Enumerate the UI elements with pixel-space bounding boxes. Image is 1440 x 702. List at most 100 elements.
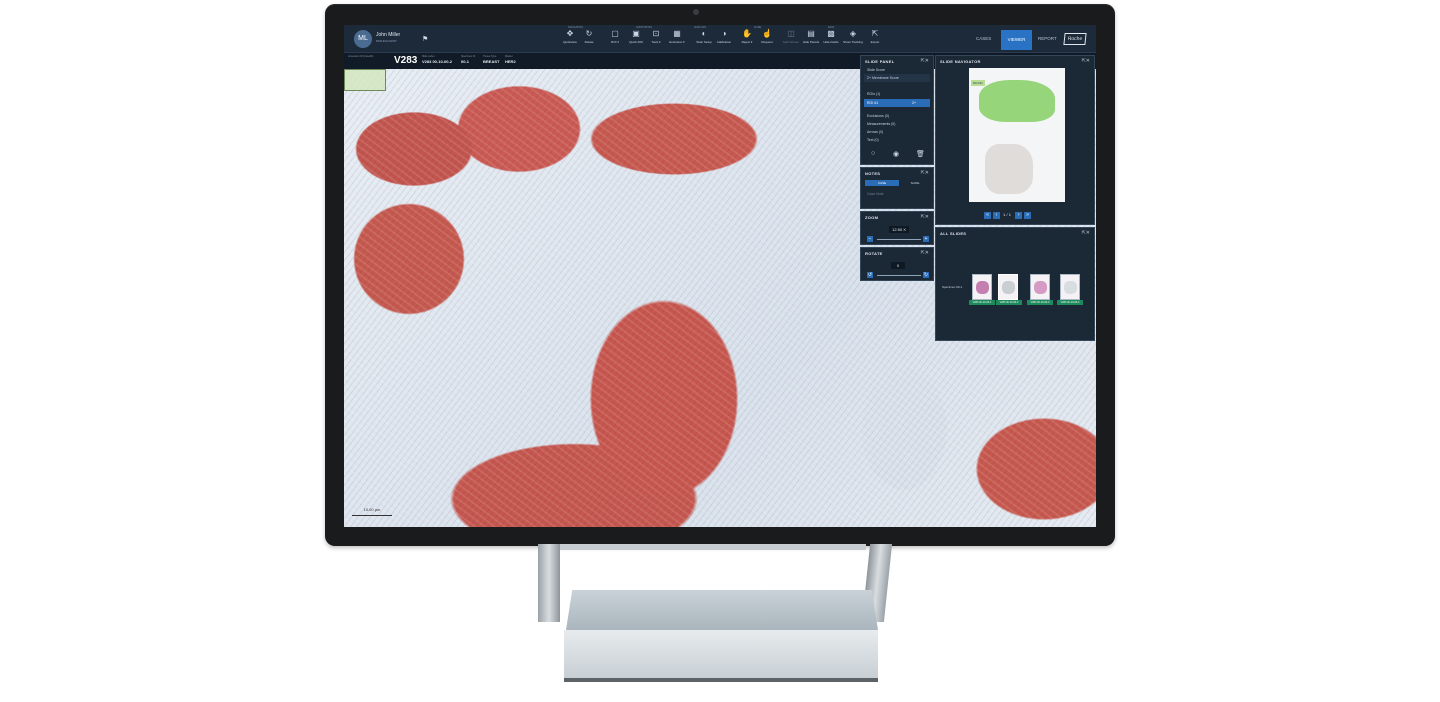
next-page-button[interactable]: › (1015, 212, 1023, 219)
slide-navigator-panel: SLIDE NAVIGATOR ⇱✕ ROI #1 «‹ 1 / 1 ›» (935, 55, 1095, 225)
export-icon: ⇱ (871, 29, 879, 38)
zoom-value[interactable]: 12.50 X (889, 226, 909, 233)
slide-panel: SLIDE PANEL ⇱✕ Slide Score 2+ Membrane S… (860, 55, 934, 165)
first-page-button[interactable]: « (984, 212, 991, 219)
panel-controls[interactable]: ⇱✕ (921, 58, 929, 64)
slide-tag-4: V283 00-10-00-4 (1057, 300, 1083, 305)
user-role: PATHOLOGIST (376, 39, 397, 43)
screen: 10.00 µm ML John Miller PATHOLOGIST ⚑ NA… (344, 25, 1096, 527)
all-slides-title: ALL SLIDES (940, 231, 967, 236)
request-button[interactable]: ☝ Request (754, 29, 780, 45)
exclusions-row[interactable]: Exclusions (0) (864, 112, 930, 120)
slide-thumbnail[interactable]: ROI #1 (969, 68, 1065, 202)
roche-logo: Roche (1063, 33, 1087, 45)
case-info-bar: Accession ID (CaseID) V283 Slide Label V… (344, 53, 860, 69)
zoom-out-button[interactable]: − (867, 236, 873, 242)
panel-controls[interactable]: ⇱✕ (1082, 58, 1090, 64)
slide-thumb-2[interactable] (998, 274, 1018, 300)
nav-viewer[interactable]: VIEWER (1001, 30, 1032, 50)
text-row[interactable]: Text (0) (864, 136, 930, 144)
slide-tag-3: V283 00-10-00-3 (1027, 300, 1053, 305)
notes-panel: NOTES ⇱✕ CASE SLIDE Case Note (860, 167, 934, 209)
target-icon[interactable]: ◉ (893, 150, 899, 158)
stain-preview (1034, 281, 1047, 294)
tissue-region (985, 144, 1033, 194)
rotate-right-button[interactable]: ↻ (923, 272, 929, 278)
slide-tag-2: V283 00-10-00-2 (996, 300, 1022, 305)
zoom-slider[interactable] (877, 239, 921, 240)
roi-tag: ROI #1 (971, 80, 985, 86)
accession-label: Accession ID (CaseID) (348, 55, 374, 58)
page-current: 1 (1003, 212, 1006, 217)
camera-icon (693, 9, 699, 15)
export-button[interactable]: ⇱ Export (862, 29, 888, 45)
tissue-value: BREAST (483, 59, 500, 64)
slide-pager: «‹ 1 / 1 ›» (984, 211, 1044, 219)
circle-icon[interactable]: ○ (871, 150, 875, 157)
scale-bar-label: 10.00 µm (363, 507, 381, 512)
slide-panel-title: SLIDE PANEL (865, 59, 895, 64)
rotate-value[interactable]: 0 (891, 262, 905, 269)
top-toolbar: ML John Miller PATHOLOGIST ⚑ NAVIGATION … (344, 25, 1096, 53)
slide-thumb-1[interactable] (972, 274, 992, 300)
slide-label-value: V283 00-10-00-2 (422, 59, 453, 64)
specimen-value: 00-1 (461, 59, 470, 64)
tissue-label: Tissue Type (483, 55, 497, 58)
rotate-slider[interactable] (877, 275, 921, 276)
panel-controls[interactable]: ⇱✕ (921, 214, 929, 220)
page-total: 1 (1008, 212, 1011, 217)
nav-cases[interactable]: CASES (976, 36, 991, 41)
rotate-panel-title: ROTATE (865, 251, 883, 256)
specimen-label: Specimen ID (461, 55, 476, 58)
arrows-row[interactable]: Arrows (0) (864, 128, 930, 136)
rotate-button[interactable]: ↻ Rotate (576, 29, 602, 45)
exclusion-icon: ▦ (673, 29, 681, 38)
avatar[interactable]: ML (354, 30, 372, 48)
specimen-label: Specimen 00-1 (942, 285, 963, 289)
scale-bar-line (352, 515, 392, 516)
stand-arm (560, 544, 866, 550)
tab-slide[interactable]: SLIDE (899, 180, 931, 186)
roi-score: 2+ (912, 101, 916, 105)
annotated-region (979, 80, 1055, 122)
tab-case[interactable]: CASE (865, 180, 899, 186)
slide-thumb-3[interactable] (1030, 274, 1050, 300)
panel-controls[interactable]: ⇱✕ (921, 250, 929, 256)
rotate-left-button[interactable]: ↺ (867, 272, 873, 278)
slide-navigator-title: SLIDE NAVIGATOR (940, 59, 981, 64)
exclusion-button[interactable]: ▦ Exclusion ▾ (664, 29, 690, 45)
panel-controls[interactable]: ⇱✕ (1082, 230, 1090, 236)
zoom-panel-title: ZOOM (865, 215, 879, 220)
zoom-in-button[interactable]: + (923, 236, 929, 242)
marker-label: Marker (505, 55, 513, 58)
roi-name: ROI #1 (867, 101, 879, 105)
scale-bar: 10.00 µm (352, 507, 392, 516)
accession-id: V283 (394, 55, 418, 66)
stage: 10.00 µm ML John Miller PATHOLOGIST ⚑ NA… (0, 0, 1440, 702)
marker-value: HER2 (505, 59, 516, 64)
slide-score-select[interactable]: 2+ Membrane Score (864, 74, 930, 82)
case-note-input[interactable]: Case Note (864, 190, 930, 198)
flag-icon[interactable]: ⚑ (422, 35, 428, 43)
zoom-panel: ZOOM ⇱✕ 12.50 X − + (860, 211, 934, 245)
rotate-icon: ↻ (585, 29, 593, 38)
slide-label-label: Slide Label (422, 55, 435, 58)
rois-header[interactable]: ROIs (1) (864, 90, 930, 98)
last-page-button[interactable]: » (1024, 212, 1032, 219)
stain-preview (976, 281, 989, 294)
measurements-row[interactable]: Measurements (0) (864, 120, 930, 128)
stain-preview (1002, 281, 1015, 294)
minimap-overlay[interactable] (344, 69, 386, 91)
rotate-panel: ROTATE ⇱✕ 0 ↺ ↻ (860, 247, 934, 281)
request-icon: ☝ (762, 29, 772, 38)
prev-page-button[interactable]: ‹ (993, 212, 1000, 219)
panel-controls[interactable]: ⇱✕ (921, 170, 929, 176)
slide-tag-1: V283 00-10-00-1 (969, 300, 995, 305)
stand-hinge-left (538, 544, 560, 622)
notes-panel-title: NOTES (865, 171, 881, 176)
nav-report[interactable]: REPORT (1038, 36, 1057, 41)
slide-thumb-4[interactable] (1060, 274, 1080, 300)
slide-score-label: Slide Score (867, 68, 885, 72)
trash-icon[interactable]: 🗑 (916, 150, 925, 158)
roi-row[interactable]: ROI #1 2+ (864, 99, 930, 107)
